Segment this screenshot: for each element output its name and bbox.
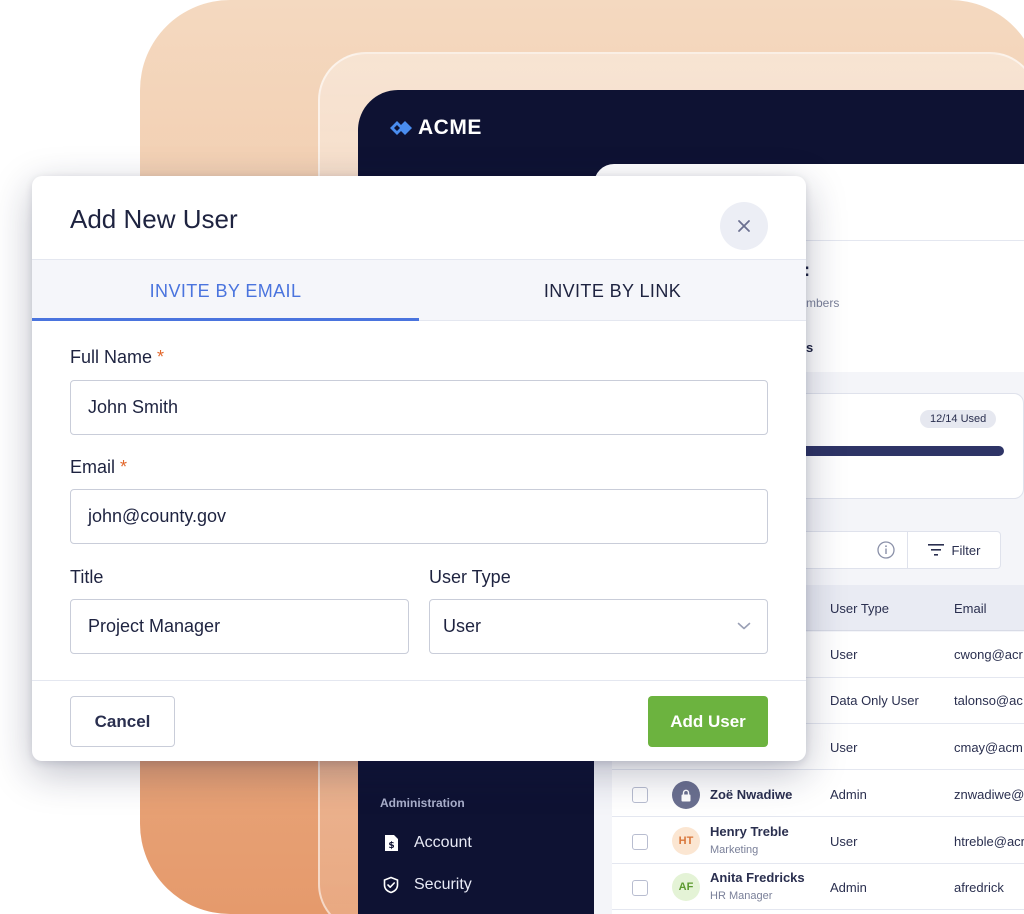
row-name: Anita Fredricks	[710, 870, 805, 885]
brand-logo[interactable]: ACME	[388, 116, 482, 140]
row-user-type: User	[830, 647, 858, 662]
full-name-value: John Smith	[88, 397, 179, 417]
row-email: cwong@acr	[954, 647, 1023, 662]
email-value: john@county.gov	[88, 506, 227, 526]
avatar: HT	[672, 827, 700, 855]
seat-usage-badge: 12/14 Used	[920, 410, 997, 428]
sidebar-section-administration: Administration	[380, 796, 465, 810]
email-field[interactable]: john@county.gov	[70, 489, 768, 544]
svg-text:$: $	[388, 841, 394, 851]
info-icon[interactable]	[876, 540, 896, 560]
required-mark: *	[157, 347, 165, 367]
email-label: Email *	[70, 457, 127, 478]
column-header-user-type[interactable]: User Type	[830, 601, 889, 616]
avatar: AF	[672, 873, 700, 901]
row-subtitle: HR Manager	[710, 890, 773, 902]
full-name-label: Full Name *	[70, 347, 164, 368]
brand-name: ACME	[418, 116, 482, 139]
row-checkbox[interactable]	[632, 787, 648, 803]
row-name: Henry Treble	[710, 824, 789, 839]
content-tab[interactable]: s	[806, 340, 813, 355]
footer-divider	[32, 680, 806, 681]
sidebar-item-label: Account	[414, 834, 472, 851]
close-icon	[738, 220, 750, 232]
lock-icon	[681, 789, 691, 801]
user-type-value: User	[443, 616, 482, 636]
row-user-type: Admin	[830, 787, 867, 802]
cancel-button[interactable]: Cancel	[70, 696, 175, 747]
tab-invite-by-link[interactable]: INVITE BY LINK	[419, 260, 806, 322]
column-header-email[interactable]: Email	[954, 601, 987, 616]
user-type-select[interactable]: User	[429, 599, 768, 654]
close-button[interactable]	[720, 202, 768, 250]
active-tab-indicator	[32, 318, 419, 321]
row-user-type: User	[830, 740, 858, 755]
add-user-button[interactable]: Add User	[648, 696, 768, 747]
sidebar-item-security[interactable]: Security	[382, 876, 472, 894]
email-label-text: Email	[70, 457, 116, 477]
sidebar-item-label: Security	[414, 876, 472, 893]
row-name: Zoë Nwadiwe	[710, 787, 793, 802]
full-name-field[interactable]: John Smith	[70, 380, 768, 435]
filter-icon	[927, 544, 944, 556]
row-checkbox[interactable]	[632, 880, 648, 896]
user-type-label: User Type	[429, 567, 511, 587]
tab-invite-by-email[interactable]: INVITE BY EMAIL	[32, 260, 419, 322]
title-label: Title	[70, 567, 104, 587]
sidebar-item-account[interactable]: $ Account	[382, 834, 472, 852]
title-field[interactable]: Project Manager	[70, 599, 409, 654]
row-email: talonso@ac	[954, 693, 1023, 708]
row-user-type: Admin	[830, 880, 867, 895]
avatar	[672, 781, 700, 809]
page-subtitle: mbers	[806, 296, 840, 310]
filter-button[interactable]: Filter	[907, 531, 1001, 569]
row-email: cmay@acm	[954, 740, 1023, 755]
title-value: Project Manager	[88, 616, 221, 636]
row-email: znwadiwe@	[954, 787, 1024, 802]
dollar-doc-icon: $	[385, 835, 398, 851]
shield-icon	[383, 876, 399, 894]
modal-title: Add New User	[70, 204, 238, 234]
required-mark: *	[120, 457, 128, 477]
invite-tabs: INVITE BY EMAIL INVITE BY LINK	[32, 259, 806, 321]
filter-label: Filter	[951, 542, 981, 558]
acme-logo-icon	[390, 121, 412, 135]
chevron-down-icon	[737, 622, 751, 630]
add-user-modal: Add New User INVITE BY EMAIL INVITE BY L…	[32, 176, 806, 761]
row-user-type: User	[830, 834, 858, 849]
row-user-type: Data Only User	[830, 693, 919, 708]
row-email: htreble@acr	[954, 834, 1024, 849]
full-name-label-text: Full Name	[70, 347, 153, 367]
row-email: afredrick	[954, 880, 1004, 895]
row-subtitle: Marketing	[710, 844, 759, 856]
row-checkbox[interactable]	[632, 834, 648, 850]
